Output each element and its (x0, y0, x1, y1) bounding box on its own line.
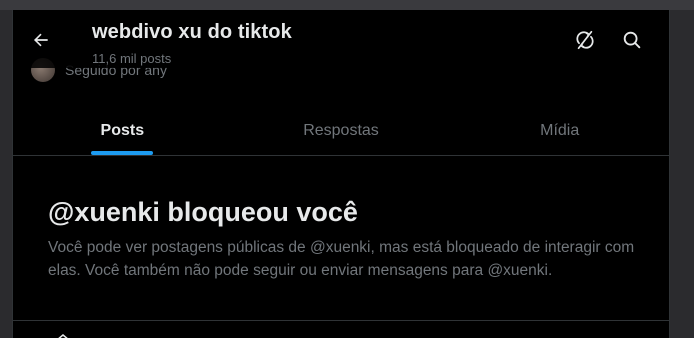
search-button[interactable] (620, 28, 644, 52)
back-button[interactable] (29, 28, 53, 52)
profile-name: webdivo xu do tiktok (92, 21, 292, 43)
divider (13, 320, 669, 321)
arrow-left-icon (33, 33, 48, 47)
browser-top-strip (0, 0, 694, 10)
tab-posts-label: Posts (100, 121, 145, 139)
tab-respostas-label: Respostas (303, 121, 379, 139)
active-tab-indicator (91, 151, 154, 155)
search-icon (623, 31, 641, 49)
sync-off-icon (576, 30, 594, 50)
blocked-heading: @xuenki bloqueou você (48, 197, 358, 227)
posts-count: 11,6 mil posts (92, 51, 172, 66)
tab-midia-label: Mídia (540, 121, 580, 139)
tab-midia[interactable]: Mídia (450, 106, 669, 155)
next-item-peek (55, 332, 71, 338)
blocked-message: Você pode ver postagens públicas de @xue… (48, 239, 635, 279)
profile-header: webdivo xu do tiktok 11,6 mil posts (13, 10, 669, 68)
tab-posts[interactable]: Posts (13, 106, 232, 155)
tab-respostas[interactable]: Respostas (232, 106, 451, 155)
profile-page: Seguido por any webdivo xu do tiktok 11,… (12, 10, 670, 338)
sync-button[interactable] (573, 28, 597, 52)
blocked-notice: @xuenki bloqueou você Você pode ver post… (48, 196, 648, 282)
profile-tabs: Posts Respostas Mídia (13, 106, 669, 156)
